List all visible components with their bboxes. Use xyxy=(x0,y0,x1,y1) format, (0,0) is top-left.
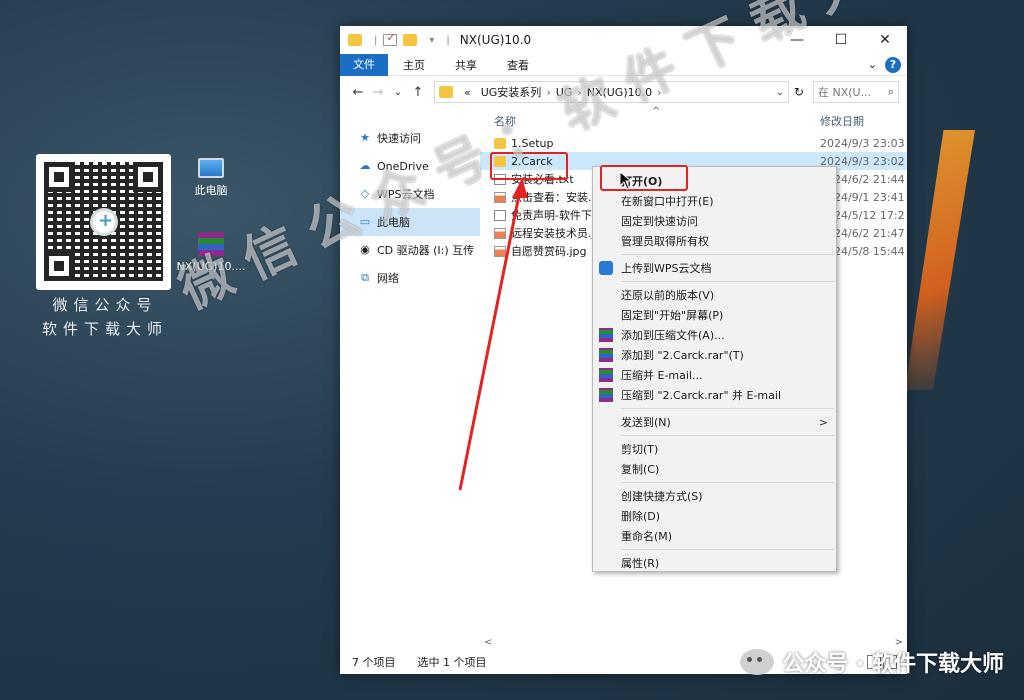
wechat-icon xyxy=(740,649,775,675)
bottom-watermark: 公众号 · 软件下载大师 xyxy=(740,646,1004,678)
mouse-cursor-icon xyxy=(620,172,632,190)
